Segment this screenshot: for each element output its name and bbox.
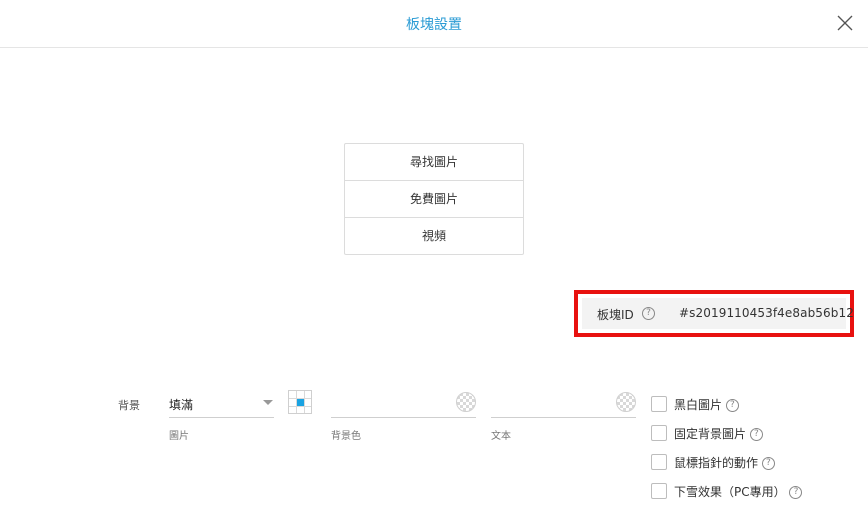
- background-color-field[interactable]: [331, 390, 476, 418]
- fixed-background-checkbox[interactable]: [651, 425, 667, 441]
- fixed-background-label: 固定背景圖片: [674, 427, 747, 441]
- block-id-label: 板塊ID: [597, 308, 634, 322]
- fixed-background-help-icon[interactable]: ?: [749, 428, 763, 441]
- image-fill-value: 填滿: [169, 398, 194, 412]
- block-id-value: #s2019110453f4e8ab56b12: [679, 306, 854, 320]
- close-icon[interactable]: [836, 14, 854, 32]
- background-label: 背景: [118, 399, 140, 412]
- dialog-header: 板塊設置: [0, 0, 868, 48]
- dialog-title: 板塊設置: [406, 17, 462, 33]
- chevron-down-icon: [263, 400, 273, 405]
- grayscale-image-label: 黑白圖片: [674, 398, 723, 412]
- find-image-button[interactable]: 尋找圖片: [345, 144, 523, 181]
- mouse-pointer-label: 鼠標指針的動作: [674, 456, 759, 470]
- image-caption: 圖片: [169, 431, 189, 442]
- free-image-button[interactable]: 免費圖片: [345, 181, 523, 218]
- image-source-button-group: 尋找圖片 免費圖片 視頻: [344, 143, 524, 255]
- block-id-panel: 板塊ID ? #s2019110453f4e8ab56b12: [582, 298, 854, 329]
- text-color-caption: 文本: [491, 431, 511, 442]
- mouse-pointer-help-icon[interactable]: ?: [761, 457, 775, 470]
- snow-effect-checkbox[interactable]: [651, 483, 667, 499]
- mouse-pointer-checkbox[interactable]: [651, 454, 667, 470]
- text-color-field[interactable]: [491, 390, 636, 418]
- video-button[interactable]: 視頻: [345, 218, 523, 254]
- block-id-help-icon[interactable]: ?: [642, 307, 655, 320]
- block-id-highlight: 板塊ID ? #s2019110453f4e8ab56b12: [574, 290, 854, 337]
- grayscale-help-icon[interactable]: ?: [725, 399, 739, 412]
- picker-selected-cell: [297, 399, 304, 406]
- snow-effect-label: 下雪效果（PC專用）: [674, 485, 786, 499]
- background-color-caption: 背景色: [331, 431, 361, 442]
- snow-effect-help-icon[interactable]: ?: [789, 486, 803, 499]
- color-swatch-icon[interactable]: [456, 392, 476, 412]
- text-color-swatch-icon[interactable]: [616, 392, 636, 412]
- image-fill-select[interactable]: 填滿: [169, 394, 274, 418]
- image-position-picker[interactable]: [288, 390, 312, 414]
- grayscale-image-checkbox[interactable]: [651, 396, 667, 412]
